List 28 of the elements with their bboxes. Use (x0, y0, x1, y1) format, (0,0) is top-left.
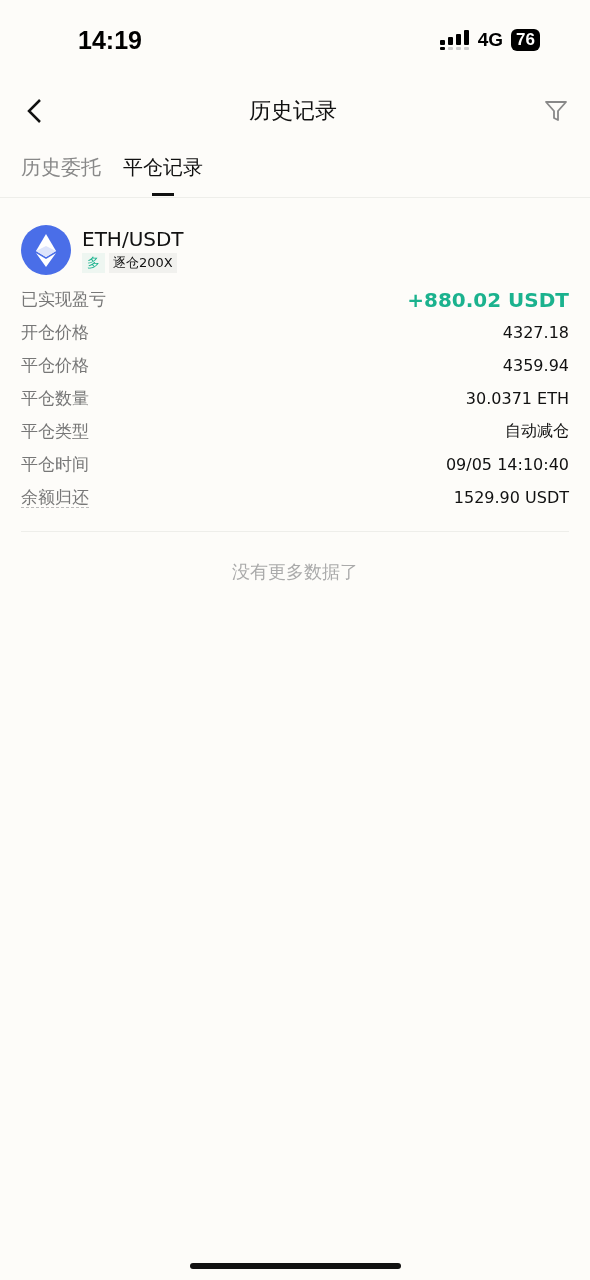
field-value: 1529.90 USDT (453, 488, 569, 507)
tab[interactable]: 历史委托 (21, 150, 101, 197)
margin-tag: 逐仓200X (109, 253, 177, 273)
field-label[interactable]: 余额归还 (21, 487, 89, 508)
page-title: 历史记录 (249, 97, 337, 125)
battery-level: 76 (511, 29, 540, 51)
tab[interactable]: 平仓记录 (123, 150, 203, 197)
filter-icon[interactable] (544, 99, 568, 123)
field-value: 4327.18 (502, 323, 569, 342)
signal-icon (439, 30, 470, 50)
ethereum-icon (21, 225, 71, 275)
trading-pair: ETH/USDT (82, 227, 184, 251)
field-label: 开仓价格 (21, 321, 89, 344)
no-more-data-text: 没有更多数据了 (231, 560, 359, 584)
field-label: 已实现盈亏 (21, 288, 106, 311)
field-label: 平仓价格 (21, 354, 89, 377)
field-value: +880.02 USDT (407, 287, 569, 312)
field-value: 09/05 14:10:40 (445, 455, 569, 474)
network-label: 4G (477, 29, 504, 51)
long-tag: 多 (82, 253, 105, 273)
field-value: 4359.94 (502, 356, 569, 375)
field-label: 平仓数量 (21, 387, 89, 410)
field-value: 30.0371 ETH (465, 389, 569, 408)
field-value: 自动减仓 (505, 421, 569, 442)
field-label: 平仓时间 (21, 453, 89, 476)
clock: 14:19 (78, 25, 143, 55)
back-icon[interactable] (26, 98, 42, 124)
field-label: 平仓类型 (21, 420, 89, 443)
